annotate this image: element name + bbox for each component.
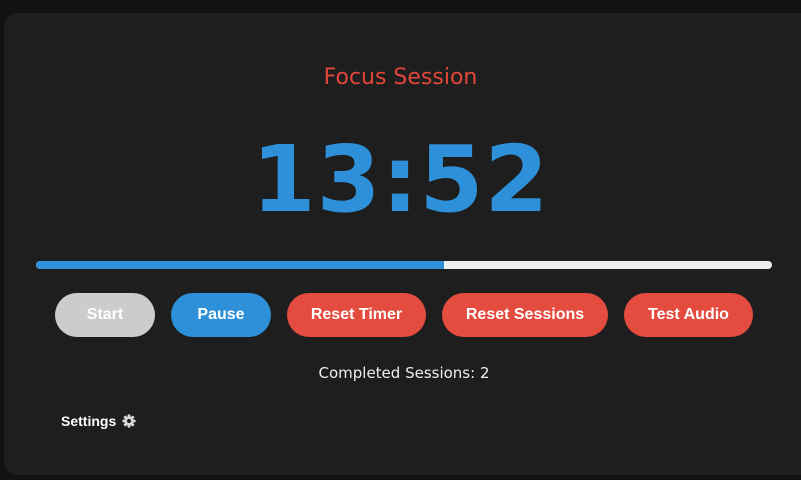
progress-bar [36, 261, 772, 269]
completed-sessions-count: Completed Sessions: 2 [318, 364, 490, 382]
gear-icon [122, 414, 136, 428]
start-button[interactable]: Start [55, 293, 155, 337]
reset-timer-button[interactable]: Reset Timer [287, 293, 426, 337]
settings-toggle[interactable]: Settings [61, 413, 136, 429]
timer-display: 13:52 [251, 126, 550, 233]
session-title: Focus Session [323, 65, 478, 90]
pause-button[interactable]: Pause [171, 293, 271, 337]
progress-bar-fill [36, 261, 445, 269]
settings-label: Settings [61, 413, 117, 429]
reset-sessions-button[interactable]: Reset Sessions [442, 293, 608, 337]
test-audio-button[interactable]: Test Audio [624, 293, 753, 337]
